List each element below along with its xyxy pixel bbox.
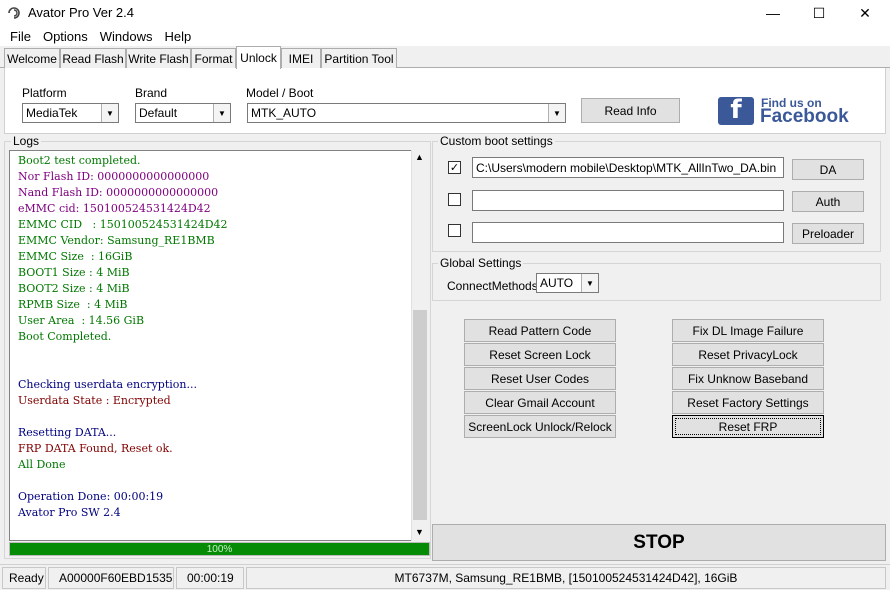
title-bar: Avator Pro Ver 2.4 — ☐ ✕ — [0, 0, 890, 26]
tab-partition-tool[interactable]: Partition Tool — [321, 48, 397, 68]
model-label: Model / Boot — [246, 86, 314, 100]
preloader-path-field[interactable] — [472, 222, 784, 243]
brand-select[interactable]: Default ▼ — [135, 103, 231, 123]
reset-factory-settings-button[interactable]: Reset Factory Settings — [672, 391, 824, 414]
log-line: EMMC Size : 16GiB — [18, 250, 133, 263]
tab-imei[interactable]: IMEI — [281, 48, 321, 68]
log-line: All Done — [18, 458, 66, 471]
connect-methods-select[interactable]: AUTO ▼ — [536, 273, 599, 293]
fix-unknow-baseband-button[interactable]: Fix Unknow Baseband — [672, 367, 824, 390]
auth-button[interactable]: Auth — [792, 191, 864, 212]
fix-dl-image-failure-button[interactable]: Fix DL Image Failure — [672, 319, 824, 342]
tab-welcome[interactable]: Welcome — [4, 48, 60, 68]
brand-value: Default — [139, 106, 178, 120]
log-lines: Boot2 test completed. Nor Flash ID: 00000… — [18, 153, 228, 521]
platform-label: Platform — [22, 86, 67, 100]
log-line: Avator Pro SW 2.4 — [18, 506, 121, 519]
menu-options[interactable]: Options — [37, 29, 94, 44]
status-device-id: A00000F60EBD1535 — [48, 567, 174, 589]
connect-methods-label: ConnectMethods — [447, 279, 538, 293]
log-scrollbar[interactable]: ▲ ▼ — [411, 150, 428, 541]
read-pattern-code-button[interactable]: Read Pattern Code — [464, 319, 616, 342]
facebook-icon[interactable]: f — [718, 97, 754, 125]
log-line: BOOT2 Size : 4 MiB — [18, 282, 130, 295]
log-line: Boot2 test completed. — [18, 154, 141, 167]
auth-path-field[interactable] — [472, 190, 784, 211]
logs-title: Logs — [11, 134, 42, 148]
log-line: EMMC Vendor: Samsung_RE1BMB — [18, 234, 215, 247]
scroll-up-icon[interactable]: ▲ — [415, 152, 424, 162]
model-value: MTK_AUTO — [251, 106, 317, 120]
stop-button[interactable]: STOP — [432, 524, 886, 561]
tab-write-flash[interactable]: Write Flash — [126, 48, 191, 68]
da-path-field[interactable]: C:\Users\modern mobile\Desktop\MTK_AllIn… — [472, 157, 784, 178]
log-line: Checking userdata encryption... — [18, 378, 197, 391]
scroll-thumb[interactable] — [413, 310, 427, 520]
minimize-button[interactable]: — — [750, 0, 796, 26]
menu-help[interactable]: Help — [159, 29, 198, 44]
preloader-button[interactable]: Preloader — [792, 223, 864, 244]
tab-read-flash[interactable]: Read Flash — [60, 48, 126, 68]
menu-file[interactable]: File — [4, 29, 37, 44]
tab-unlock[interactable]: Unlock — [236, 46, 281, 69]
progress-bar: 100% — [9, 542, 430, 556]
reset-screen-lock-button[interactable]: Reset Screen Lock — [464, 343, 616, 366]
connect-methods-value: AUTO — [540, 276, 574, 290]
brand-label: Brand — [135, 86, 168, 100]
tab-format[interactable]: Format — [191, 48, 236, 68]
log-line: Nor Flash ID: 0000000000000000 — [18, 170, 210, 183]
model-select[interactable]: MTK_AUTO ▼ — [247, 103, 566, 123]
window-title: Avator Pro Ver 2.4 — [28, 5, 134, 20]
screenlock-unlock-relock-button[interactable]: ScreenLock Unlock/Relock — [464, 415, 616, 438]
preloader-checkbox[interactable] — [448, 224, 461, 237]
status-device-info: MT6737M, Samsung_RE1BMB, [15010052453142… — [246, 567, 886, 589]
platform-select[interactable]: MediaTek ▼ — [22, 103, 119, 123]
log-line: Userdata State : Encrypted — [18, 394, 171, 407]
log-line: EMMC CID : 150100524531424D42 — [18, 218, 228, 231]
scroll-down-icon[interactable]: ▼ — [415, 527, 424, 537]
custom-boot-title: Custom boot settings — [438, 134, 555, 148]
log-line: eMMC cid: 150100524531424D42 — [18, 202, 211, 215]
log-line: RPMB Size : 4 MiB — [18, 298, 128, 311]
log-line: Operation Done: 00:00:19 — [18, 490, 164, 503]
clear-gmail-account-button[interactable]: Clear Gmail Account — [464, 391, 616, 414]
menu-windows[interactable]: Windows — [94, 29, 159, 44]
facebook-wordmark[interactable]: Facebook — [760, 106, 849, 128]
log-line: BOOT1 Size : 4 MiB — [18, 266, 130, 279]
reset-frp-button[interactable]: Reset FRP — [672, 415, 824, 438]
da-checkbox[interactable]: ✓ — [448, 161, 461, 174]
global-settings-title: Global Settings — [438, 256, 524, 270]
auth-checkbox[interactable] — [448, 193, 461, 206]
menu-bar: File Options Windows Help — [0, 26, 890, 46]
status-elapsed-time: 00:00:19 — [176, 567, 244, 589]
log-line: FRP DATA Found, Reset ok. — [18, 442, 173, 455]
log-output[interactable]: Boot2 test completed. Nor Flash ID: 00000… — [9, 150, 427, 541]
log-line: Boot Completed. — [18, 330, 112, 343]
app-icon — [8, 7, 20, 19]
log-line: User Area : 14.56 GiB — [18, 314, 145, 327]
log-line: Resetting DATA... — [18, 426, 117, 439]
chevron-down-icon[interactable]: ▼ — [581, 274, 598, 292]
platform-value: MediaTek — [26, 106, 78, 120]
close-button[interactable]: ✕ — [842, 0, 888, 26]
status-state: Ready — [2, 567, 46, 589]
chevron-down-icon[interactable]: ▼ — [548, 104, 565, 122]
log-line: Nand Flash ID: 0000000000000000 — [18, 186, 219, 199]
reset-privacylock-button[interactable]: Reset PrivacyLock — [672, 343, 824, 366]
chevron-down-icon[interactable]: ▼ — [213, 104, 230, 122]
reset-user-codes-button[interactable]: Reset User Codes — [464, 367, 616, 390]
status-bar: Ready A00000F60EBD1535 00:00:19 MT6737M,… — [0, 564, 890, 590]
maximize-button[interactable]: ☐ — [796, 0, 842, 26]
chevron-down-icon[interactable]: ▼ — [101, 104, 118, 122]
read-info-button[interactable]: Read Info — [581, 98, 680, 123]
progress-text: 100% — [206, 543, 233, 555]
tab-strip: Welcome Read Flash Write Flash Format Un… — [0, 46, 890, 69]
da-button[interactable]: DA — [792, 159, 864, 180]
